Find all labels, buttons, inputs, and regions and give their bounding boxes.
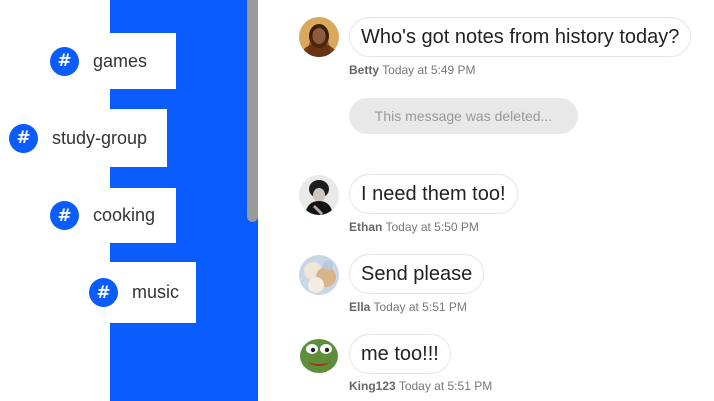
message-author[interactable]: King123 (349, 379, 396, 393)
message-meta: Ethan Today at 5:50 PM (349, 220, 479, 234)
channel-label: cooking (93, 205, 156, 225)
channel-label: study-group (52, 127, 148, 148)
avatar (299, 175, 339, 215)
message-meta: Ella Today at 5:51 PM (349, 300, 467, 314)
message-timestamp: Today at 5:50 PM (385, 220, 479, 234)
channel-item-music[interactable]: # music (76, 262, 196, 323)
message-bubble: me too!!! (349, 334, 451, 374)
avatar (299, 255, 339, 295)
message-author[interactable]: Betty (349, 63, 379, 77)
scrollbar-thumb[interactable] (247, 0, 258, 222)
message-meta: King123 Today at 5:51 PM (349, 379, 492, 393)
scrollbar[interactable] (247, 0, 258, 401)
message-timestamp: Today at 5:49 PM (382, 63, 476, 77)
channel-label: games (93, 50, 148, 71)
channel-label: music (132, 282, 180, 302)
channel-item-games[interactable]: # games (36, 33, 176, 89)
message-timestamp: Today at 5:51 PM (398, 379, 493, 393)
hash-icon: # (50, 201, 79, 230)
avatar (299, 334, 339, 374)
hash-icon: # (9, 123, 38, 153)
message-timestamp: Today at 5:51 PM (373, 300, 467, 314)
message-bubble: I need them too! (349, 174, 518, 214)
message-bubble: Send please (349, 254, 485, 294)
channel-item-cooking[interactable]: # cooking (36, 188, 176, 243)
deleted-message: This message was deleted... (349, 98, 578, 134)
hash-icon: # (89, 278, 118, 307)
hash-icon: # (50, 46, 79, 76)
message-bubble: Who's got notes from history today? (349, 17, 692, 57)
message-author[interactable]: Ethan (349, 220, 382, 234)
channel-item-study-group[interactable]: # study-group (0, 109, 167, 167)
avatar (299, 17, 339, 57)
message-author[interactable]: Ella (349, 300, 370, 314)
chat-panel: Who's got notes from history today? Bett… (258, 0, 714, 401)
message-meta: Betty Today at 5:49 PM (349, 63, 476, 77)
